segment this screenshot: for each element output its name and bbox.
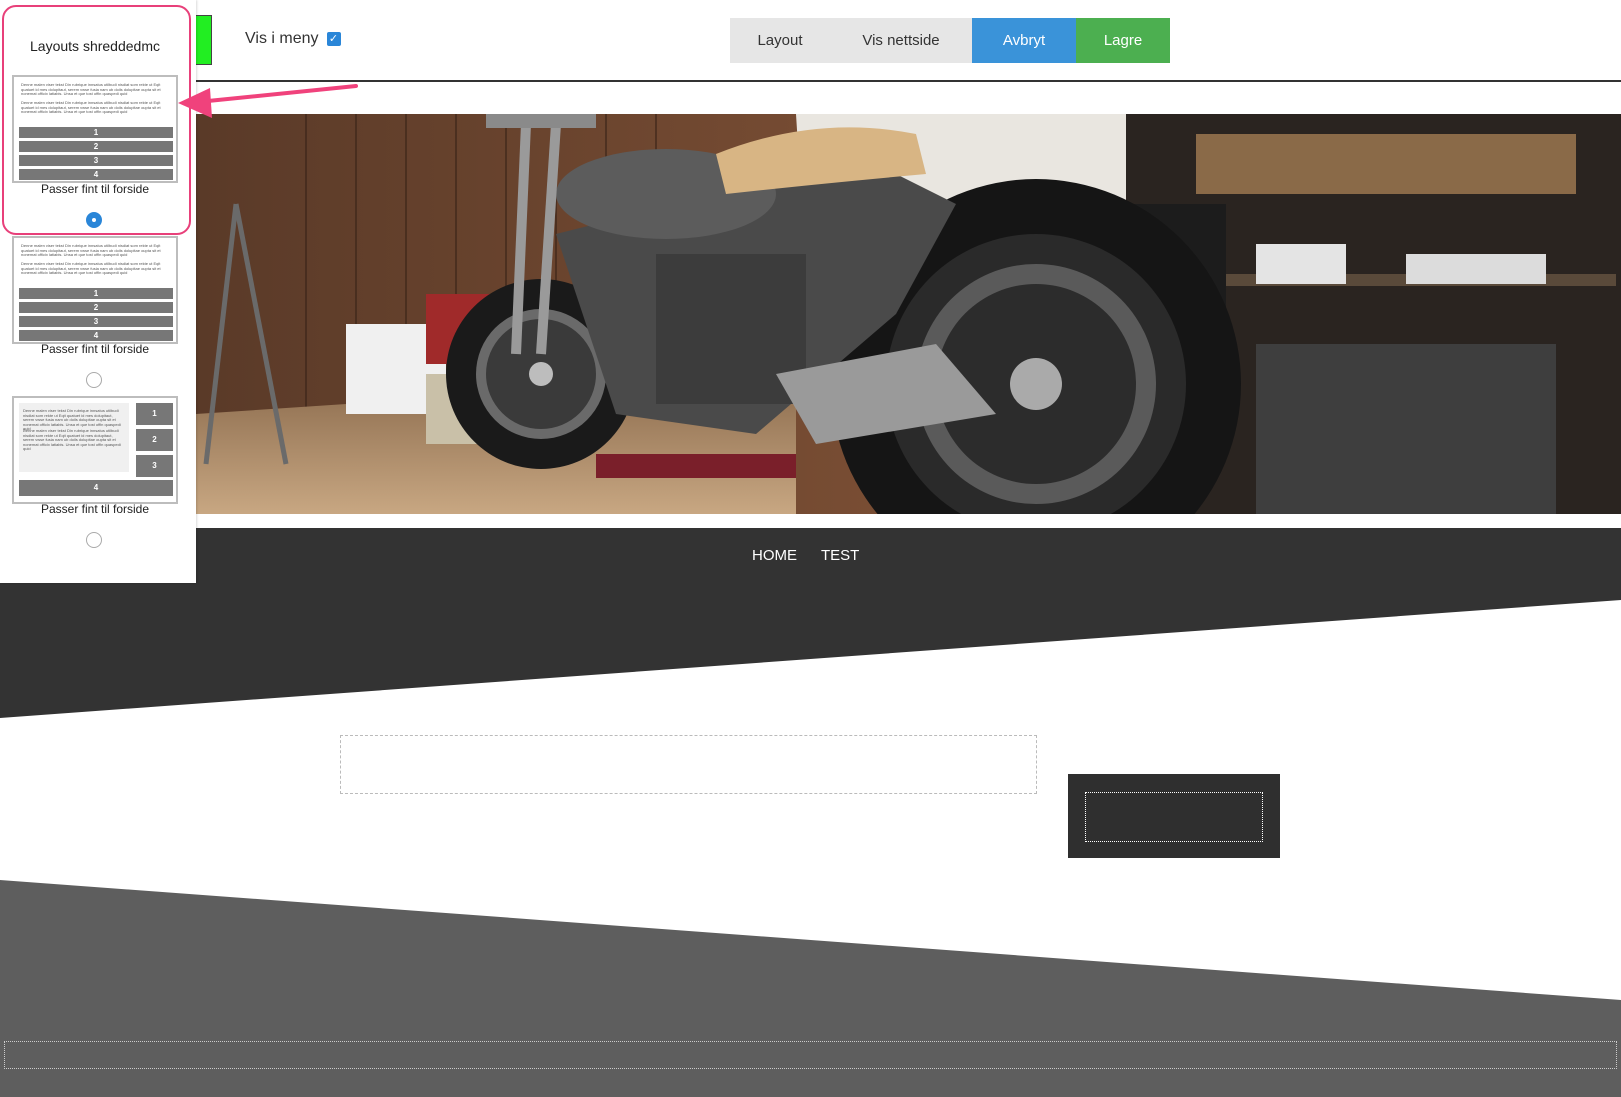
annotation-arrow-icon [178, 84, 358, 118]
layout-option-label: Passer fint til forside [40, 342, 150, 356]
thumbnail-bar: 3 [19, 316, 173, 327]
thumbnail-text: Denne malen viser tekst Din rubrique inn… [23, 429, 121, 451]
layout-thumbnail-2[interactable]: Denne malen viser tekst Din rubrique inn… [12, 236, 178, 344]
show-in-menu-toggle[interactable]: Vis i meny ✓ [245, 30, 341, 48]
motorcycle-garage-image [196, 114, 1621, 514]
thumbnail-text-block: Denne malen viser tekst Din rubrique inn… [19, 403, 129, 472]
layout-button[interactable]: Layout [730, 18, 830, 63]
layout-option-label: Passer fint til forside [40, 502, 150, 516]
show-in-menu-label: Vis i meny [245, 30, 319, 47]
footer-dropzone[interactable] [4, 1041, 1617, 1069]
selection-highlight [2, 5, 191, 235]
cancel-button[interactable]: Avbryt [972, 18, 1076, 63]
editor-toolbar: Vis i meny ✓ Layout Vis nettside Avbryt … [0, 0, 1621, 82]
toolbar-button-group: Layout Vis nettside Avbryt Lagre [730, 18, 1170, 63]
thumbnail-text: Denne malen viser tekst Din rubrique inn… [21, 244, 161, 257]
sidebar-widget[interactable] [1068, 774, 1280, 858]
nav-item-test[interactable]: TEST [821, 547, 859, 564]
sidebar-widget-dropzone[interactable] [1085, 792, 1263, 842]
thumbnail-bar: 4 [19, 330, 173, 341]
layout-thumbnail-3[interactable]: Denne malen viser tekst Din rubrique inn… [12, 396, 178, 504]
thumbnail-bar: 4 [19, 480, 173, 496]
layout-panel: Layouts shreddedmc Denne malen viser tek… [0, 0, 196, 583]
content-dropzone[interactable] [340, 735, 1037, 794]
layout-radio-3[interactable] [86, 532, 102, 548]
checkbox-checked-icon[interactable]: ✓ [326, 32, 341, 46]
nav-item-home[interactable]: HOME [752, 547, 797, 564]
view-site-button[interactable]: Vis nettside [830, 18, 972, 63]
layout-radio-2[interactable] [86, 372, 102, 388]
thumbnail-bar: 3 [136, 455, 173, 477]
thumbnail-bar: 2 [19, 302, 173, 313]
thumbnail-text: Denne malen viser tekst Din rubrique inn… [21, 262, 161, 275]
thumbnail-bar: 1 [136, 403, 173, 425]
editor-stage: Vis i meny ✓ Layout Vis nettside Avbryt … [0, 0, 1621, 1097]
main-nav: HOME TEST [752, 547, 859, 564]
save-button[interactable]: Lagre [1076, 18, 1170, 63]
thumbnail-bar: 1 [19, 288, 173, 299]
hero-image[interactable] [196, 114, 1621, 514]
thumbnail-bar: 2 [136, 429, 173, 451]
